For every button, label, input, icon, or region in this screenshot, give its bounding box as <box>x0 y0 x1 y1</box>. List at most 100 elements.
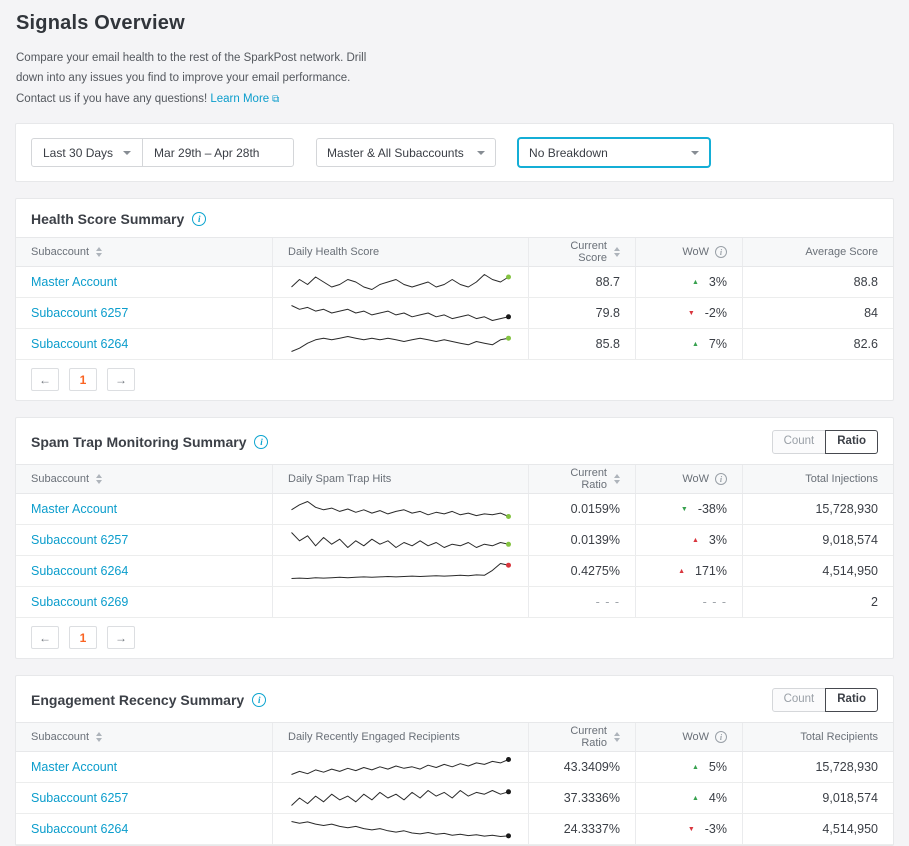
average-score-cell: 84 <box>742 298 893 328</box>
table-row: Master Account 0.0159% ▼ -38% 15,728,930 <box>16 494 893 525</box>
total-recipients-cell: 9,018,574 <box>742 783 893 813</box>
subaccount-link[interactable]: Subaccount 6264 <box>31 564 128 578</box>
next-page-button[interactable]: → <box>107 626 135 649</box>
subaccount-link[interactable]: Subaccount 6269 <box>31 595 128 609</box>
health-score-table: Subaccount Daily Health Score Current Sc… <box>16 237 893 360</box>
health-score-card: Health Score Summary i Subaccount Daily … <box>15 198 894 401</box>
column-header-subaccount[interactable]: Subaccount <box>16 238 272 266</box>
sort-icon[interactable] <box>614 474 620 484</box>
total-injections-cell: 9,018,574 <box>742 525 893 555</box>
table-header-row: Subaccount Daily Health Score Current Sc… <box>16 237 893 267</box>
wow-cell: ▲ 171% <box>635 556 742 586</box>
subaccount-link[interactable]: Subaccount 6257 <box>31 533 128 547</box>
subaccount-link[interactable]: Master Account <box>31 275 117 289</box>
trend-down-icon: ▼ <box>681 506 688 513</box>
subaccount-cell: Subaccount 6264 <box>16 814 272 844</box>
sparkline-chart <box>288 560 512 582</box>
sparkline-chart <box>288 333 512 355</box>
description-line-3: Contact us if you have any questions! <box>16 93 207 105</box>
info-icon[interactable]: i <box>254 435 268 449</box>
count-toggle-button[interactable]: Count <box>772 688 827 712</box>
column-header-subaccount[interactable]: Subaccount <box>16 465 272 493</box>
column-header-chart: Daily Health Score <box>272 238 528 266</box>
date-range-control: Last 30 Days Mar 29th – Apr 28th <box>31 138 294 167</box>
wow-cell: ▼ -2% <box>635 298 742 328</box>
column-header-current-ratio[interactable]: Current Ratio <box>528 465 635 493</box>
total-injections-cell: 4,514,950 <box>742 556 893 586</box>
wow-cell: ▲ 5% <box>635 752 742 782</box>
subaccount-cell: Subaccount 6257 <box>16 525 272 555</box>
trend-up-icon: ▲ <box>692 764 699 771</box>
wow-cell: ▼ -3% <box>635 814 742 844</box>
subaccount-link[interactable]: Subaccount 6264 <box>31 822 128 836</box>
column-header-subaccount[interactable]: Subaccount <box>16 723 272 751</box>
count-ratio-toggle: Count Ratio <box>772 688 878 712</box>
account-select-value: Master & All Subaccounts <box>327 146 464 160</box>
page-number-button[interactable]: 1 <box>69 626 97 649</box>
column-header-average-score: Average Score <box>742 238 893 266</box>
trend-up-icon: ▲ <box>692 795 699 802</box>
sparkline-chart <box>288 498 512 520</box>
next-page-button[interactable]: → <box>107 368 135 391</box>
current-score-cell: 79.8 <box>528 298 635 328</box>
subaccount-link[interactable]: Subaccount 6257 <box>31 791 128 805</box>
sparkline-chart <box>288 529 512 551</box>
wow-cell: ▲ 4% <box>635 783 742 813</box>
sparkline-chart <box>288 818 512 840</box>
ratio-toggle-button[interactable]: Ratio <box>825 430 878 454</box>
subaccount-cell: Subaccount 6257 <box>16 783 272 813</box>
sort-icon[interactable] <box>614 732 620 742</box>
ratio-toggle-button[interactable]: Ratio <box>825 688 878 712</box>
sparkline-cell <box>272 556 528 586</box>
sort-icon[interactable] <box>96 732 102 742</box>
learn-more-link[interactable]: Learn More <box>210 93 269 105</box>
table-row: Subaccount 6257 0.0139% ▲ 3% 9,018,574 <box>16 525 893 556</box>
account-select[interactable]: Master & All Subaccounts <box>316 138 496 167</box>
sort-icon[interactable] <box>96 247 102 257</box>
column-header-current-ratio[interactable]: Current Ratio <box>528 723 635 751</box>
subaccount-link[interactable]: Subaccount 6257 <box>31 306 128 320</box>
subaccount-cell: Master Account <box>16 267 272 297</box>
count-toggle-button[interactable]: Count <box>772 430 827 454</box>
info-icon[interactable]: i <box>715 246 727 258</box>
current-ratio-cell: 0.0159% <box>528 494 635 524</box>
chevron-down-icon <box>691 151 699 155</box>
description-line-1: Compare your email health to the rest of… <box>16 52 366 64</box>
subaccount-cell: Master Account <box>16 752 272 782</box>
prev-page-button[interactable]: ← <box>31 368 59 391</box>
current-ratio-cell: 0.0139% <box>528 525 635 555</box>
chevron-down-icon <box>477 151 485 155</box>
info-icon[interactable]: i <box>252 693 266 707</box>
sort-icon[interactable] <box>614 247 620 257</box>
table-row: Subaccount 6264 24.3337% ▼ -3% 4,514,950 <box>16 814 893 845</box>
sort-icon[interactable] <box>96 474 102 484</box>
sparkline-chart <box>288 302 512 324</box>
subaccount-link[interactable]: Master Account <box>31 502 117 516</box>
info-icon[interactable]: i <box>715 731 727 743</box>
column-header-current-score[interactable]: Current Score <box>528 238 635 266</box>
page-number-button[interactable]: 1 <box>69 368 97 391</box>
breakdown-select[interactable]: No Breakdown <box>518 138 710 167</box>
wow-cell: ▲ 3% <box>635 267 742 297</box>
wow-cell: ▲ 7% <box>635 329 742 359</box>
wow-cell: - - - <box>635 587 742 617</box>
total-recipients-cell: 4,514,950 <box>742 814 893 844</box>
subaccount-link[interactable]: Master Account <box>31 760 117 774</box>
subaccount-cell: Master Account <box>16 494 272 524</box>
sparkline-cell <box>272 525 528 555</box>
column-header-total-recipients: Total Recipients <box>742 723 893 751</box>
subaccount-link[interactable]: Subaccount 6264 <box>31 337 128 351</box>
info-icon[interactable]: i <box>715 473 727 485</box>
date-preset-dropdown[interactable]: Last 30 Days <box>32 139 143 166</box>
sparkline-chart <box>288 787 512 809</box>
date-range-input[interactable]: Mar 29th – Apr 28th <box>143 139 293 166</box>
info-icon[interactable]: i <box>192 212 206 226</box>
spam-trap-card: Spam Trap Monitoring Summary i Count Rat… <box>15 417 894 659</box>
table-header-row: Subaccount Daily Spam Trap Hits Current … <box>16 464 893 494</box>
trend-up-icon: ▲ <box>692 279 699 286</box>
average-score-cell: 88.8 <box>742 267 893 297</box>
page-header: Signals Overview Compare your email heal… <box>0 0 909 109</box>
current-ratio-cell: 24.3337% <box>528 814 635 844</box>
prev-page-button[interactable]: ← <box>31 626 59 649</box>
table-row: Master Account 43.3409% ▲ 5% 15,728,930 <box>16 752 893 783</box>
